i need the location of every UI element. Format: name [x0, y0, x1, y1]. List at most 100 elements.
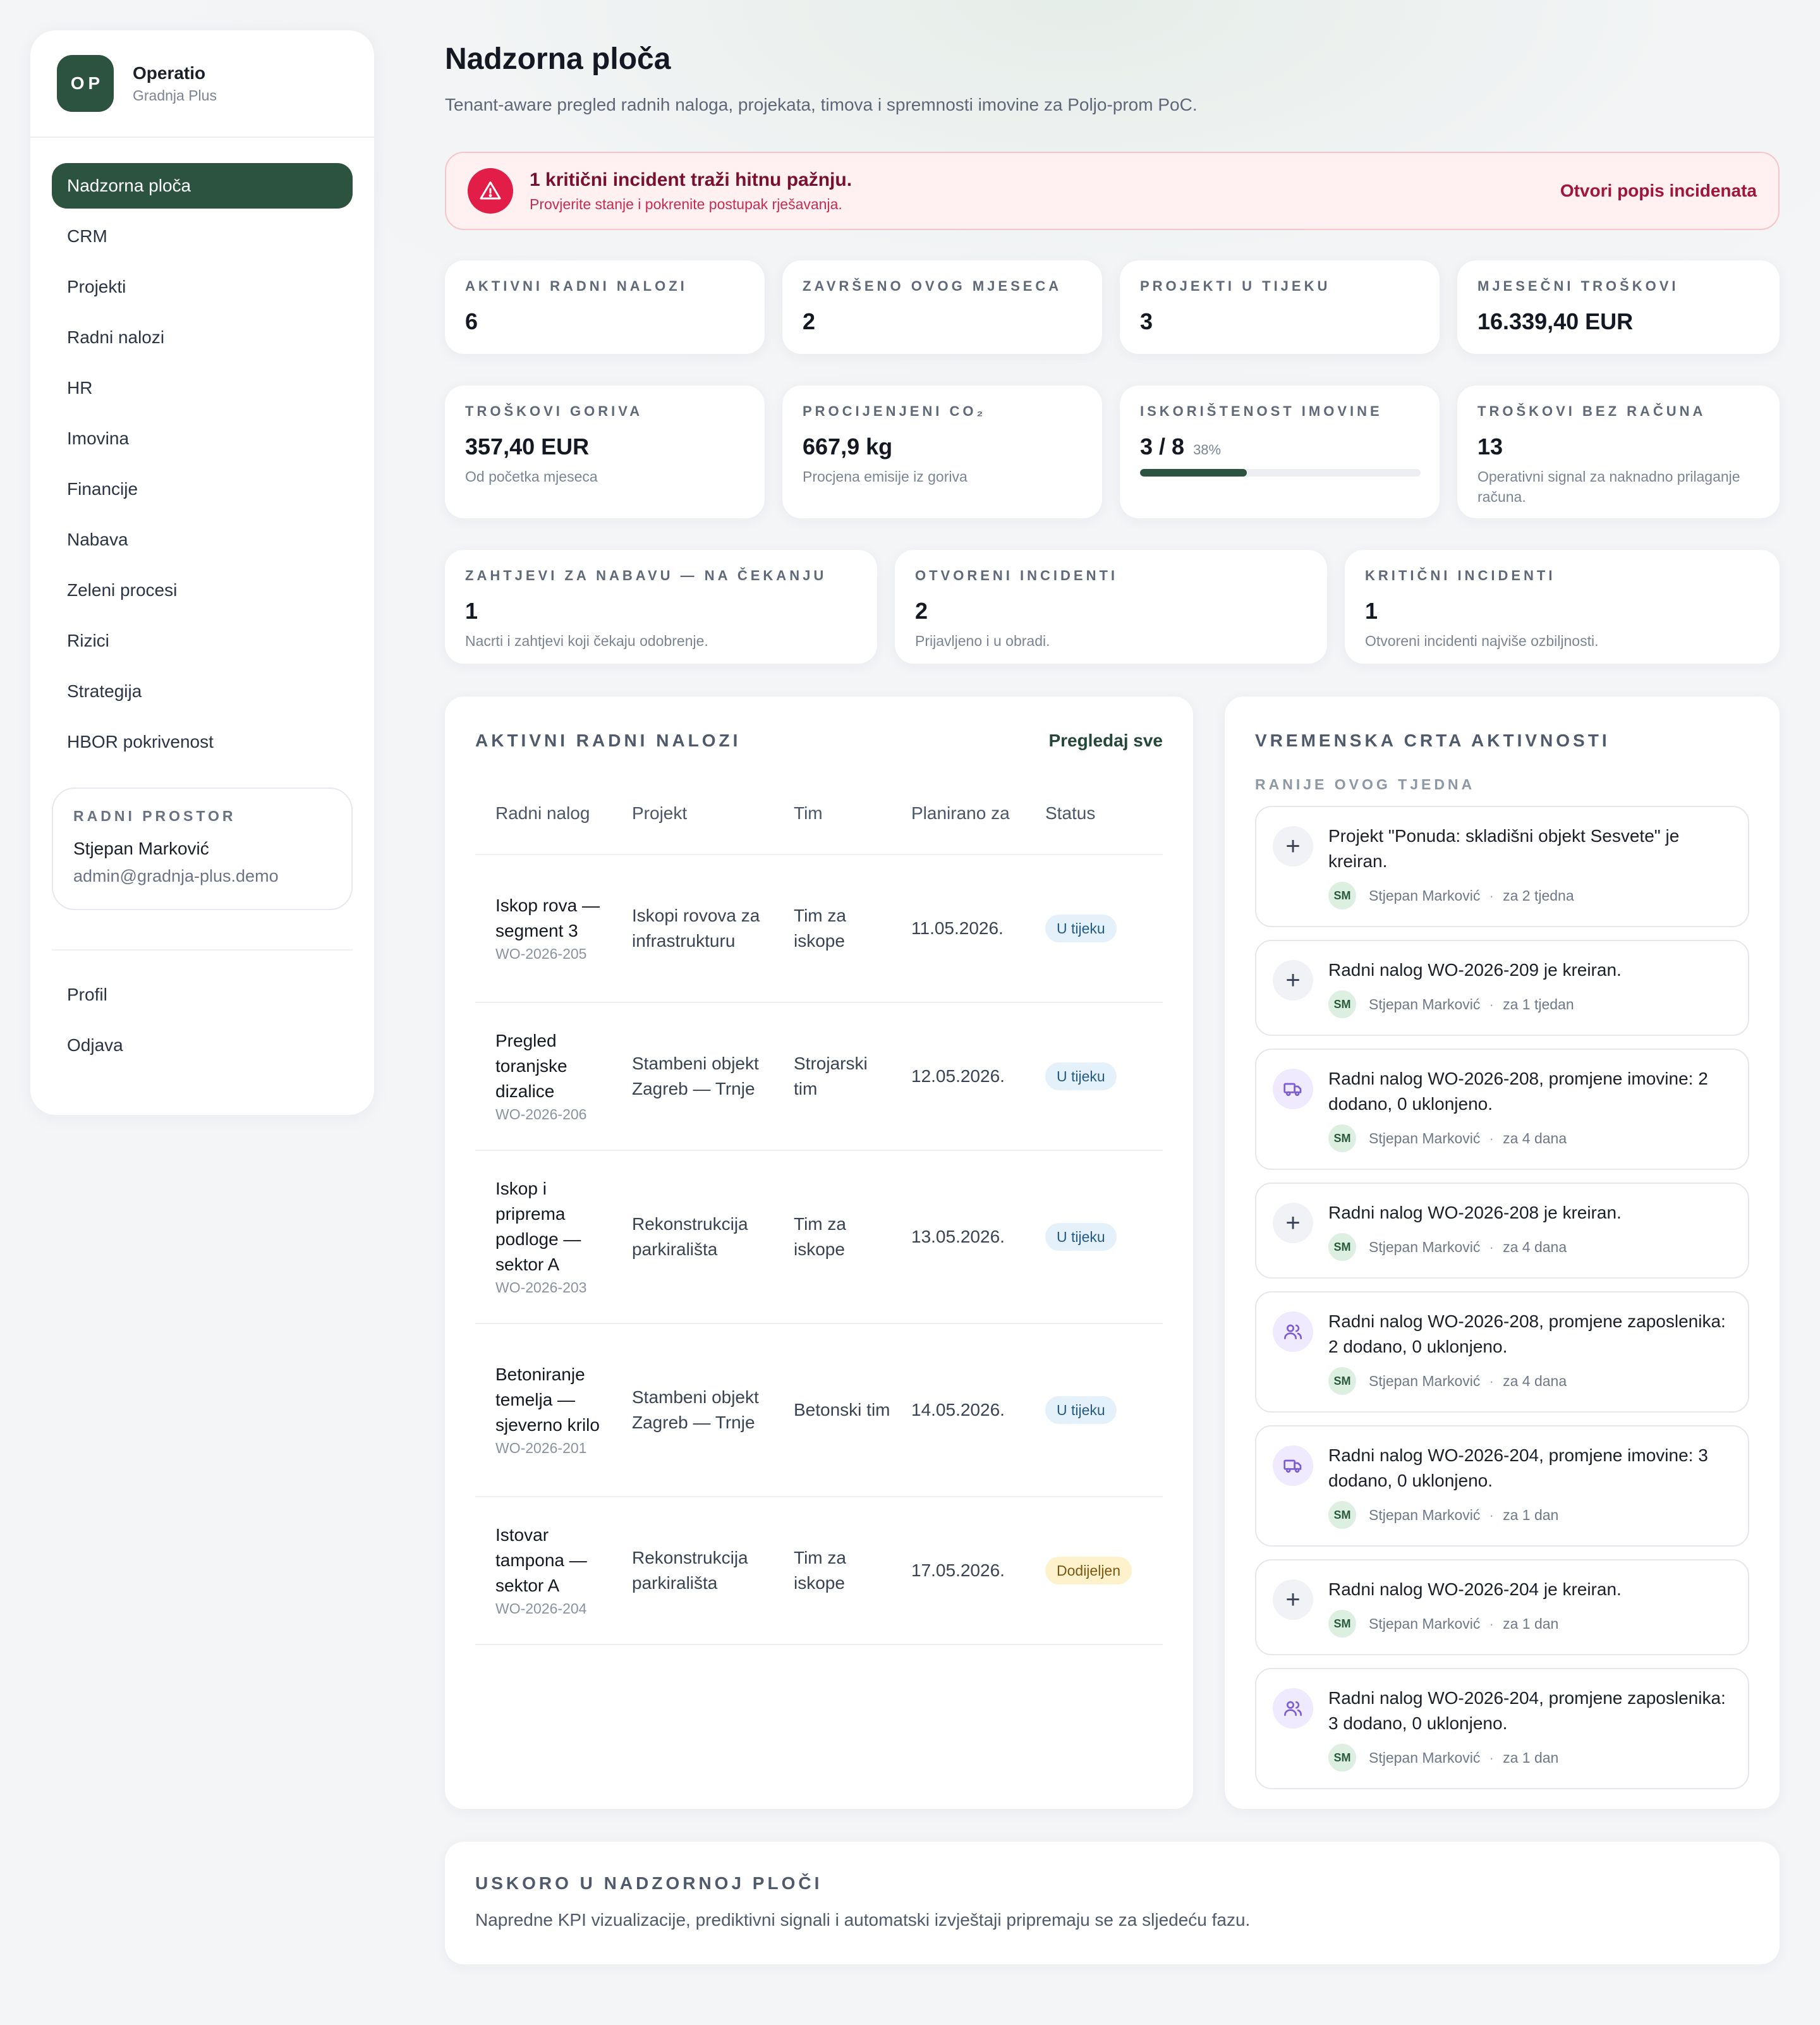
kpi-description: Otvoreni incidenti najviše ozbiljnosti.	[1365, 633, 1599, 649]
timeline-item-time: za 1 tjedan	[1503, 995, 1574, 1013]
kpi-completed-this-month[interactable]: ZAVRŠENO OVOG MJESECA 2	[782, 260, 1102, 354]
kpi-projects-in-progress[interactable]: PROJEKTI U TIJEKU 3	[1120, 260, 1440, 354]
work-order-project: Stambeni objekt Zagreb — Trnje	[612, 1002, 774, 1151]
sidebar: OP Operatio Gradnja Plus Nadzorna ploča …	[30, 30, 374, 1115]
brand-subtitle: Gradnja Plus	[133, 87, 217, 104]
separator-dot: ·	[1489, 1615, 1495, 1632]
timeline-item[interactable]: Radni nalog WO-2026-208, promjene zaposl…	[1255, 1291, 1749, 1413]
timeline-item-meta: SM Stjepan Marković · za 1 dan	[1328, 1744, 1732, 1772]
column-header-work-order[interactable]: Radni nalog	[475, 772, 612, 855]
table-row[interactable]: Pregled toranjske dizalice WO-2026-206 St…	[475, 1002, 1163, 1151]
kpi-value: 667,9 kg	[803, 434, 893, 459]
truck-icon	[1273, 1069, 1313, 1109]
avatar: SM	[1328, 1501, 1356, 1529]
nav-item-green-processes[interactable]: Zeleni procesi	[52, 568, 353, 613]
nav-item-work-orders[interactable]: Radni nalozi	[52, 315, 353, 360]
nav-item-hr[interactable]: HR	[52, 365, 353, 411]
kpi-monthly-costs[interactable]: MJESEČNI TROŠKOVI 16.339,40 EUR	[1457, 260, 1780, 354]
separator-dot: ·	[1489, 1129, 1495, 1146]
timeline-item-text: Radni nalog WO-2026-209 je kreiran.	[1328, 960, 1622, 980]
brand[interactable]: OP Operatio Gradnja Plus	[30, 30, 374, 138]
separator-dot: ·	[1489, 887, 1495, 904]
avatar: SM	[1328, 882, 1356, 909]
nav-item-logout[interactable]: Odjava	[52, 1023, 353, 1068]
column-header-planned-for[interactable]: Planirano za	[891, 772, 1025, 855]
kpi-pending-procurement[interactable]: ZAHTJEVI ZA NABAVU — NA ČEKANJU 1 Nacrti…	[445, 550, 877, 664]
alert-title: 1 kritični incident traži hitnu pažnju.	[530, 169, 852, 190]
asset-utilization-progress-bar	[1140, 469, 1421, 477]
timeline-item-user[interactable]: Stjepan Marković	[1369, 1239, 1480, 1256]
avatar: SM	[1328, 990, 1356, 1018]
kpi-critical-incidents[interactable]: KRITIČNI INCIDENTI 1 Otvoreni incidenti …	[1345, 550, 1780, 664]
timeline-item[interactable]: Radni nalog WO-2026-204, promjene imovin…	[1255, 1425, 1749, 1547]
nav-item-procurement[interactable]: Nabava	[52, 517, 353, 562]
table-row[interactable]: Iskop i priprema podloge — sektor A WO-20…	[475, 1150, 1163, 1324]
work-order-name[interactable]: Betoniranje temelja — sjeverno krilo	[495, 1362, 612, 1438]
work-order-date: 12.05.2026.	[891, 1002, 1025, 1151]
timeline-item-user[interactable]: Stjepan Marković	[1369, 1749, 1480, 1767]
nav-item-finance[interactable]: Financije	[52, 466, 353, 512]
timeline-item[interactable]: + Radni nalog WO-2026-209 je kreiran. SM St…	[1255, 940, 1749, 1036]
kpi-costs-without-invoice[interactable]: TROŠKOVI BEZ RAČUNA 13 Operativni signal…	[1457, 386, 1780, 518]
work-order-team: Tim za iskope	[774, 1497, 891, 1645]
table-row[interactable]: Istovar tampona — sektor A WO-2026-204 Re…	[475, 1497, 1163, 1645]
open-incidents-link[interactable]: Otvori popis incidenata	[1560, 181, 1757, 201]
timeline-item[interactable]: + Radni nalog WO-2026-204 je kreiran. SM St…	[1255, 1559, 1749, 1655]
warning-triangle-icon	[468, 168, 513, 214]
timeline-item-user[interactable]: Stjepan Marković	[1369, 996, 1480, 1013]
kpi-open-incidents[interactable]: OTVORENI INCIDENTI 2 Prijavljeno i u obr…	[895, 550, 1327, 664]
timeline-item[interactable]: Radni nalog WO-2026-204, promjene zaposl…	[1255, 1668, 1749, 1789]
kpi-asset-utilization[interactable]: ISKORIŠTENOST IMOVINE 3 / 8 38%	[1120, 386, 1440, 518]
nav-item-assets[interactable]: Imovina	[52, 416, 353, 461]
timeline-item-time: za 4 dana	[1503, 1372, 1567, 1389]
work-order-project: Iskopi rovova za infrastrukturu	[612, 854, 774, 1003]
activity-timeline-panel: VREMENSKA CRTA AKTIVNOSTI RANIJE OVOG TJ…	[1225, 696, 1780, 1809]
separator-dot: ·	[1489, 1238, 1495, 1255]
avatar: SM	[1328, 1610, 1356, 1638]
work-order-name[interactable]: Pregled toranjske dizalice	[495, 1028, 612, 1104]
timeline-item[interactable]: Radni nalog WO-2026-208, promjene imovin…	[1255, 1049, 1749, 1170]
work-order-name[interactable]: Iskop rova — segment 3	[495, 893, 612, 944]
view-all-link[interactable]: Pregledaj sve	[1048, 731, 1163, 751]
timeline-item-text: Radni nalog WO-2026-204 je kreiran.	[1328, 1579, 1622, 1599]
timeline-item-user[interactable]: Stjepan Marković	[1369, 1373, 1480, 1390]
nav-item-profile[interactable]: Profil	[52, 972, 353, 1018]
work-order-project: Rekonstrukcija parkirališta	[612, 1497, 774, 1645]
kpi-label: ZAHTJEVI ZA NABAVU — NA ČEKANJU	[465, 568, 827, 583]
column-header-project[interactable]: Projekt	[612, 772, 774, 855]
timeline-item-user[interactable]: Stjepan Marković	[1369, 1615, 1480, 1633]
nav-item-hbor-coverage[interactable]: HBOR pokrivenost	[52, 719, 353, 765]
kpi-value: 357,40 EUR	[465, 434, 590, 459]
nav-item-crm[interactable]: CRM	[52, 214, 353, 259]
timeline-item-time: za 1 dan	[1503, 1749, 1559, 1766]
timeline-item[interactable]: + Radni nalog WO-2026-208 je kreiran. SM St…	[1255, 1183, 1749, 1279]
kpi-label: ISKORIŠTENOST IMOVINE	[1140, 403, 1383, 419]
nav-item-strategy[interactable]: Strategija	[52, 669, 353, 714]
kpi-fuel-costs[interactable]: TROŠKOVI GORIVA 357,40 EUR Od početka mj…	[445, 386, 765, 518]
column-header-status[interactable]: Status	[1025, 772, 1163, 855]
kpi-estimated-co2[interactable]: PROCIJENJENI CO₂ 667,9 kg Procjena emisi…	[782, 386, 1102, 518]
users-icon	[1273, 1688, 1313, 1729]
kpi-label: PROCIJENJENI CO₂	[803, 403, 986, 419]
kpi-label: AKTIVNI RADNI NALOZI	[465, 278, 688, 294]
timeline-item-user[interactable]: Stjepan Marković	[1369, 1507, 1480, 1524]
nav-item-projects[interactable]: Projekti	[52, 264, 353, 310]
work-order-code: WO-2026-203	[495, 1279, 587, 1296]
timeline-item-time: za 4 dana	[1503, 1238, 1567, 1255]
separator-dot: ·	[1489, 1372, 1495, 1389]
timeline-item-user[interactable]: Stjepan Marković	[1369, 1130, 1480, 1147]
work-order-team: Tim za iskope	[774, 1150, 891, 1324]
timeline-item-text: Radni nalog WO-2026-204, promjene zaposl…	[1328, 1688, 1726, 1733]
page-subtitle: Tenant-aware pregled radnih naloga, proj…	[445, 95, 1198, 114]
nav-item-dashboard[interactable]: Nadzorna ploča	[52, 163, 353, 209]
column-header-team[interactable]: Tim	[774, 772, 891, 855]
timeline-item[interactable]: + Projekt "Ponuda: skladišni objekt Sesve…	[1255, 806, 1749, 927]
nav-item-risks[interactable]: Rizici	[52, 618, 353, 664]
kpi-description: Od početka mjeseca	[465, 468, 598, 485]
work-order-name[interactable]: Istovar tampona — sektor A	[495, 1523, 612, 1598]
table-row[interactable]: Iskop rova — segment 3 WO-2026-205 Iskopi…	[475, 854, 1163, 1003]
kpi-active-work-orders[interactable]: AKTIVNI RADNI NALOZI 6	[445, 260, 765, 354]
timeline-item-user[interactable]: Stjepan Marković	[1369, 887, 1480, 904]
table-row[interactable]: Betoniranje temelja — sjeverno krilo WO-2…	[475, 1323, 1163, 1497]
work-order-name[interactable]: Iskop i priprema podloge — sektor A	[495, 1176, 612, 1277]
